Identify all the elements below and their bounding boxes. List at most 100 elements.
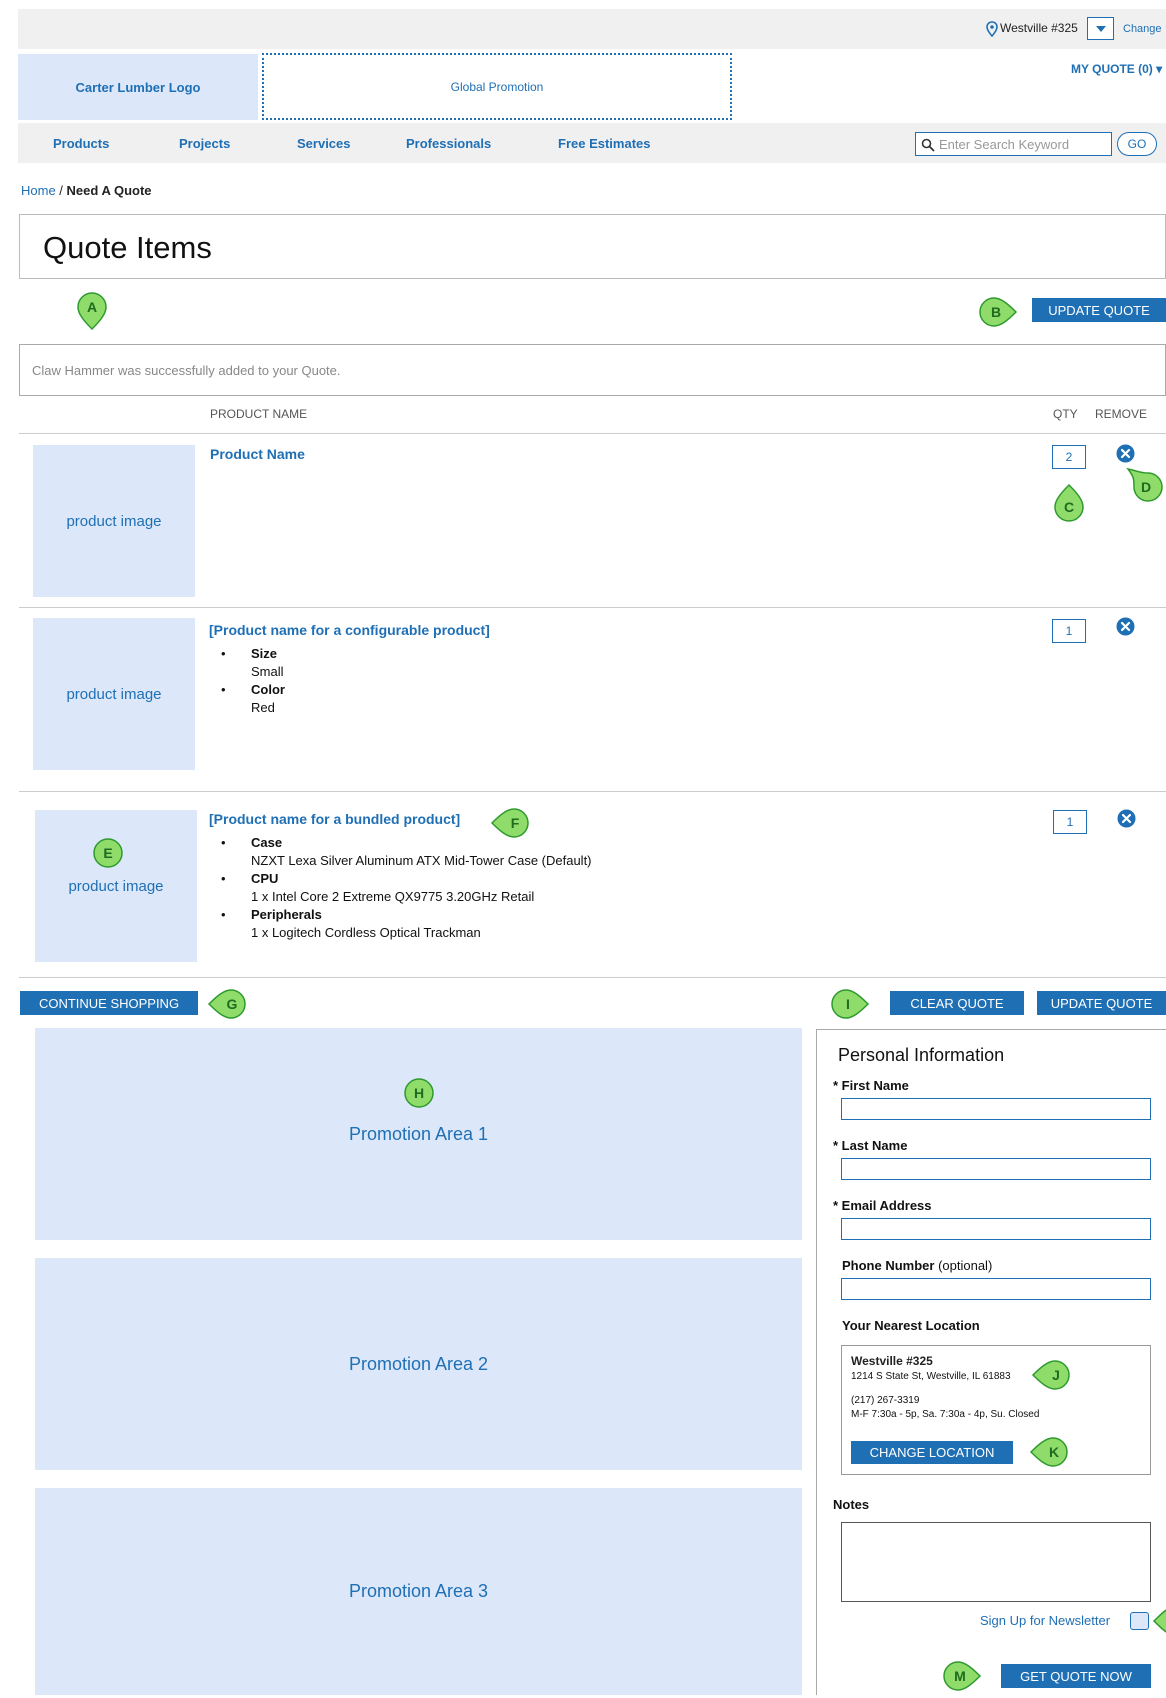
- annotation-marker-f: F: [490, 808, 529, 838]
- my-quote-menu[interactable]: MY QUOTE (0) ▾: [1071, 62, 1162, 76]
- option-label: Peripherals: [251, 907, 322, 922]
- qty-input[interactable]: [1052, 619, 1086, 643]
- global-promotion-banner[interactable]: Global Promotion: [262, 53, 732, 120]
- search-icon: [921, 138, 935, 152]
- option-label: CPU: [251, 871, 279, 886]
- product-name-link[interactable]: Product Name: [210, 446, 305, 462]
- column-header-remove: REMOVE: [1095, 407, 1148, 421]
- change-store-link[interactable]: Change: [1123, 23, 1162, 35]
- option-label: Case: [251, 835, 283, 850]
- annotation-marker-l: L: [1152, 1609, 1166, 1633]
- row-divider: [19, 791, 1166, 792]
- newsletter-checkbox[interactable]: [1130, 1612, 1149, 1630]
- annotation-marker-b: B: [979, 297, 1018, 327]
- success-message: Claw Hammer was successfully added to yo…: [32, 363, 341, 378]
- annotation-marker-a: A: [77, 292, 107, 331]
- column-header-qty: QTY: [1053, 407, 1078, 421]
- annotation-marker-m: M: [943, 1661, 982, 1691]
- product-image[interactable]: product image: [33, 445, 195, 597]
- newsletter-label[interactable]: Sign Up for Newsletter: [980, 1613, 1110, 1628]
- nav-item-free-estimates[interactable]: Free Estimates: [558, 136, 651, 151]
- phone-field[interactable]: [841, 1278, 1151, 1300]
- remove-icon[interactable]: [1116, 617, 1135, 636]
- annotation-label: G: [227, 996, 238, 1012]
- nav-item-services[interactable]: Services: [297, 136, 351, 151]
- promotion-area-3[interactable]: Promotion Area 3: [35, 1488, 802, 1695]
- annotation-marker-d: D: [1126, 467, 1163, 502]
- location-pin-icon: [986, 21, 998, 37]
- email-label: * Email Address: [833, 1198, 932, 1213]
- store-address: 1214 S State St, Westville, IL 61883: [851, 1371, 1011, 1382]
- annotation-label: C: [1064, 499, 1074, 515]
- annotation-marker-j: J: [1031, 1360, 1070, 1390]
- annotation-marker-e: E: [93, 838, 123, 868]
- annotation-label: E: [103, 845, 112, 861]
- option-value: 1 x Logitech Cordless Optical Trackman: [251, 925, 481, 940]
- annotation-label: F: [511, 815, 520, 831]
- product-name-link[interactable]: [Product name for a configurable product…: [209, 622, 490, 638]
- annotation-label: B: [991, 304, 1001, 320]
- product-name-link[interactable]: [Product name for a bundled product]: [209, 811, 460, 827]
- store-hours: M-F 7:30a - 5p, Sa. 7:30a - 4p, Su. Clos…: [851, 1409, 1040, 1420]
- nav-item-projects[interactable]: Projects: [179, 136, 230, 151]
- nearest-location-label: Your Nearest Location: [842, 1318, 980, 1333]
- site-logo[interactable]: Carter Lumber Logo: [18, 54, 258, 120]
- notes-label: Notes: [833, 1497, 870, 1512]
- annotation-label: M: [954, 1668, 966, 1684]
- product-options: • Case NZXT Lexa Silver Aluminum ATX Mid-T…: [209, 834, 869, 942]
- annotation-marker-i: I: [831, 989, 870, 1019]
- breadcrumb-home-link[interactable]: Home: [21, 183, 56, 198]
- email-field[interactable]: [841, 1218, 1151, 1240]
- store-dropdown-button[interactable]: [1087, 17, 1114, 40]
- option-value: Red: [251, 700, 275, 715]
- clear-quote-button[interactable]: CLEAR QUOTE: [890, 991, 1024, 1015]
- annotation-marker-c: C: [1054, 483, 1084, 522]
- nav-item-products[interactable]: Products: [53, 136, 109, 151]
- annotation-marker-g: G: [207, 989, 246, 1019]
- breadcrumb: Home / Need A Quote: [21, 183, 152, 198]
- promotion-area-1[interactable]: Promotion Area 1: [35, 1028, 802, 1240]
- remove-icon[interactable]: [1117, 809, 1136, 828]
- phone-label-text: Phone Number: [842, 1258, 935, 1273]
- qty-input[interactable]: [1052, 445, 1086, 469]
- nav-item-professionals[interactable]: Professionals: [406, 136, 491, 151]
- phone-optional-text: (optional): [934, 1258, 993, 1273]
- first-name-label: * First Name: [833, 1078, 909, 1093]
- personal-info-title: Personal Information: [838, 1045, 1005, 1065]
- annotation-label: D: [1141, 479, 1151, 495]
- table-divider: [19, 433, 1166, 434]
- product-image[interactable]: product image: [33, 618, 195, 770]
- promotion-area-2[interactable]: Promotion Area 2: [35, 1258, 802, 1470]
- store-name: Westville #325: [851, 1354, 933, 1368]
- option-label: Color: [251, 682, 285, 697]
- annotation-label: H: [414, 1085, 424, 1101]
- option-label: Size: [251, 646, 278, 661]
- store-phone: (217) 267-3319: [851, 1395, 920, 1406]
- breadcrumb-current: Need A Quote: [66, 183, 152, 198]
- update-quote-button-top[interactable]: UPDATE QUOTE: [1032, 298, 1166, 322]
- continue-shopping-button[interactable]: CONTINUE SHOPPING: [20, 991, 198, 1015]
- row-divider: [19, 607, 1166, 608]
- first-name-field[interactable]: [841, 1098, 1151, 1120]
- option-value: NZXT Lexa Silver Aluminum ATX Mid-Tower …: [251, 853, 592, 868]
- annotation-label: K: [1049, 1444, 1059, 1460]
- product-options: • Size Small • Color Red: [209, 645, 809, 717]
- page-title: Quote Items: [43, 230, 212, 265]
- search-input[interactable]: [939, 134, 1109, 154]
- last-name-label: * Last Name: [833, 1138, 908, 1153]
- annotation-label: I: [846, 996, 850, 1012]
- search-go-button[interactable]: GO: [1117, 132, 1157, 156]
- annotation-label: J: [1052, 1367, 1060, 1383]
- breadcrumb-separator: /: [55, 183, 67, 198]
- table-bottom-divider: [19, 977, 1166, 978]
- remove-icon[interactable]: [1116, 444, 1135, 463]
- annotation-label: A: [87, 299, 97, 315]
- change-location-button[interactable]: CHANGE LOCATION: [851, 1441, 1013, 1464]
- update-quote-button-bottom[interactable]: UPDATE QUOTE: [1037, 991, 1166, 1015]
- option-value: Small: [251, 664, 284, 679]
- get-quote-now-button[interactable]: GET QUOTE NOW: [1001, 1664, 1151, 1688]
- last-name-field[interactable]: [841, 1158, 1151, 1180]
- notes-field[interactable]: [841, 1522, 1151, 1602]
- annotation-marker-h: H: [404, 1078, 434, 1108]
- qty-input[interactable]: [1053, 810, 1087, 834]
